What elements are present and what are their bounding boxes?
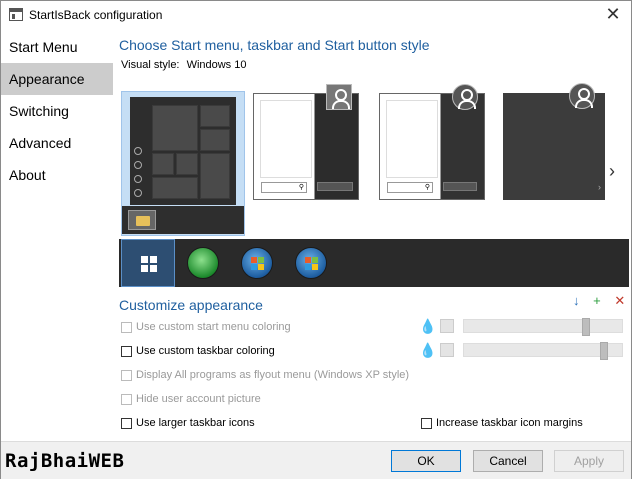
style-windows7-thumb[interactable]: ⚲: [253, 84, 359, 200]
search-icon: ⚲: [387, 182, 433, 193]
icon-margins-option: Increase taskbar icon margins: [421, 417, 583, 429]
hide-picture-checkbox[interactable]: [121, 393, 132, 405]
ok-button[interactable]: OK: [391, 450, 461, 472]
apply-button[interactable]: Apply: [554, 450, 624, 472]
folder-icon: [134, 161, 142, 169]
vista-orb-icon: [295, 247, 327, 279]
style-windows10-thumb[interactable]: [121, 91, 245, 236]
user-avatar-icon: [452, 84, 478, 110]
custom-taskbar-coloring-option: Use custom taskbar coloring: [121, 345, 275, 357]
taskbar-color-swatch[interactable]: [440, 343, 454, 357]
power-icon: [134, 189, 142, 197]
close-button[interactable]: ✕: [601, 5, 625, 25]
app-icon: [9, 8, 23, 21]
user-avatar-icon: [326, 84, 352, 110]
taskbar-preview-1: [122, 206, 244, 234]
start-button-vista[interactable]: [283, 239, 337, 287]
folder-icon: [128, 210, 156, 230]
start-color-swatch[interactable]: [440, 319, 454, 333]
sidebar-item-start-menu[interactable]: Start Menu: [1, 31, 113, 63]
windows7-orb-icon: [241, 247, 273, 279]
custom-start-coloring-option: Use custom start menu coloring: [121, 321, 291, 333]
larger-icons-label: Use larger taskbar icons: [136, 417, 255, 429]
custom-start-coloring-label: Use custom start menu coloring: [136, 321, 291, 333]
flyout-menu-label: Display All programs as flyout menu (Win…: [136, 369, 410, 381]
larger-icons-checkbox[interactable]: [121, 417, 132, 429]
windows10-menu-preview: [130, 97, 236, 205]
search-icon: ⚲: [261, 182, 307, 193]
flyout-menu-checkbox[interactable]: [121, 369, 132, 381]
appearance-panel: Choose Start menu, taskbar and Start but…: [119, 31, 629, 441]
title-bar: StartIsBack configuration ✕: [1, 1, 631, 29]
user-icon: [134, 147, 142, 155]
shutdown-icon: [443, 182, 477, 191]
visual-style-line: Visual style: Windows 10: [121, 59, 246, 71]
windows-logo-icon: [141, 256, 157, 272]
style-windows8-thumb[interactable]: ⚲: [379, 84, 485, 200]
start-button-windows7[interactable]: [229, 239, 283, 287]
start-button-strip: [119, 239, 629, 287]
add-icon[interactable]: +: [593, 293, 601, 308]
customize-toolbar: ↓ + ✕: [563, 293, 625, 309]
clover-orb-icon: [187, 247, 219, 279]
custom-taskbar-coloring-label: Use custom taskbar coloring: [136, 345, 275, 357]
remove-icon[interactable]: ✕: [614, 293, 625, 308]
style-heading: Choose Start menu, taskbar and Start but…: [119, 37, 430, 53]
sidebar-item-about[interactable]: About: [1, 159, 113, 191]
style-plain-thumb[interactable]: ›: [503, 83, 605, 200]
hide-picture-option: Hide user account picture: [121, 393, 261, 405]
visual-style-value: Windows 10: [186, 59, 247, 71]
start-opacity-slider[interactable]: [463, 318, 623, 336]
watermark-logo: RajBhaiWEB: [5, 450, 125, 472]
sidebar-item-advanced[interactable]: Advanced: [1, 127, 113, 159]
custom-taskbar-coloring-checkbox[interactable]: [121, 345, 132, 357]
config-window: StartIsBack configuration ✕ Start Menu A…: [0, 0, 632, 479]
chevron-right-icon: ›: [598, 182, 601, 192]
opacity-drop-icon: 💧: [419, 318, 437, 334]
icon-margins-checkbox[interactable]: [421, 417, 432, 429]
download-icon[interactable]: ↓: [573, 293, 580, 308]
customize-heading: Customize appearance: [119, 297, 263, 313]
custom-start-coloring-checkbox[interactable]: [121, 321, 132, 333]
transparency-drop-icon: 💧: [419, 342, 437, 358]
hide-picture-label: Hide user account picture: [136, 393, 261, 405]
start-button-windows10[interactable]: [121, 239, 175, 287]
start-opacity-slider-thumb[interactable]: [582, 318, 590, 336]
larger-icons-option: Use larger taskbar icons: [121, 417, 255, 429]
sidebar: Start Menu Appearance Switching Advanced…: [1, 31, 113, 441]
icon-margins-label: Increase taskbar icon margins: [436, 417, 583, 429]
taskbar-opacity-slider-thumb[interactable]: [600, 342, 608, 360]
sidebar-item-appearance[interactable]: Appearance: [1, 63, 113, 95]
user-avatar-icon: [569, 83, 595, 109]
window-title: StartIsBack configuration: [29, 8, 163, 22]
start-button-clover[interactable]: [175, 239, 229, 287]
dialog-footer: RajBhaiWEB OK Cancel Apply: [1, 441, 631, 479]
cancel-button[interactable]: Cancel: [473, 450, 543, 472]
next-styles-arrow-icon[interactable]: ›: [609, 161, 615, 182]
flyout-menu-option: Display All programs as flyout menu (Win…: [121, 369, 409, 381]
gear-icon: [134, 175, 142, 183]
visual-style-label: Visual style:: [121, 59, 180, 71]
taskbar-opacity-slider[interactable]: [463, 342, 623, 360]
sidebar-item-switching[interactable]: Switching: [1, 95, 113, 127]
tiles-grid: [152, 105, 232, 201]
shutdown-icon: [317, 182, 353, 191]
